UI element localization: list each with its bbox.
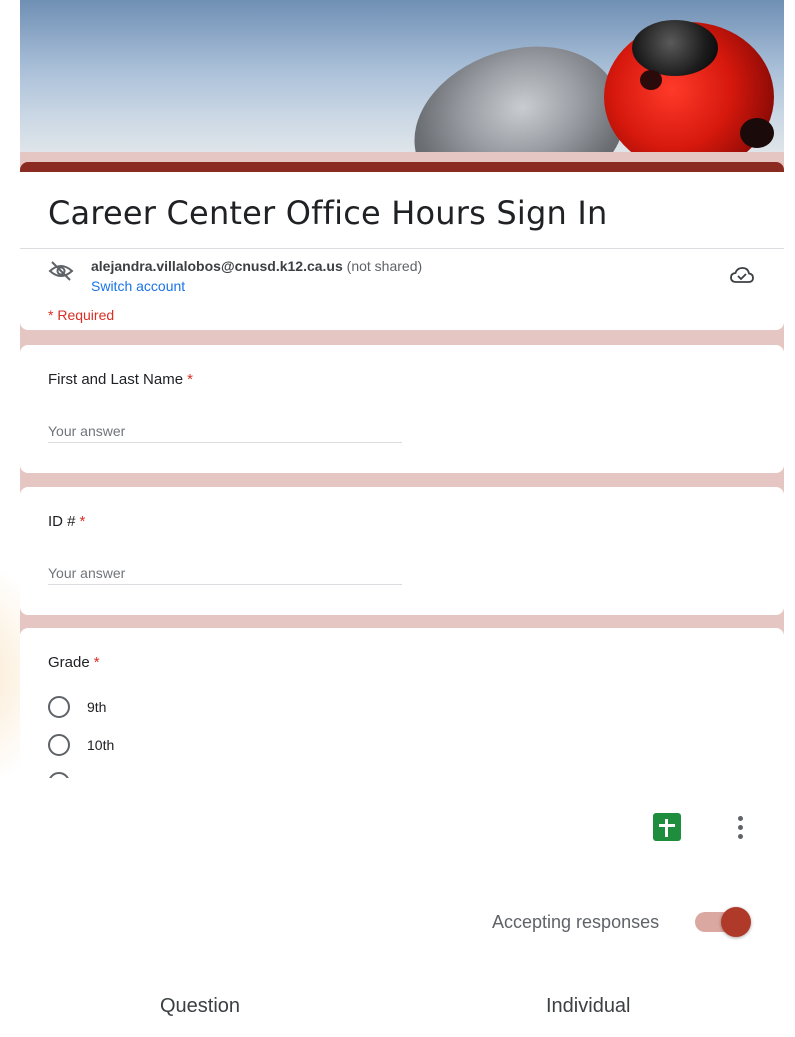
toggle-thumb	[721, 907, 751, 937]
question-label: Grade *	[48, 654, 100, 671]
account-email: alejandra.villalobos@cnusd.k12.ca.us	[91, 258, 343, 274]
eye-off-icon	[48, 261, 74, 281]
radio-button[interactable]	[48, 696, 70, 718]
question-card-name: First and Last Name *	[20, 345, 784, 473]
more-vertical-icon[interactable]	[732, 814, 748, 842]
grade-option-9th[interactable]: 9th	[48, 696, 106, 718]
banner-ladybug-spot	[640, 70, 662, 90]
grade-option-partial[interactable]	[48, 772, 70, 778]
tab-question[interactable]: Question	[160, 995, 240, 1018]
google-sheets-icon[interactable]	[653, 813, 681, 841]
title-divider	[20, 248, 784, 249]
radio-button[interactable]	[48, 734, 70, 756]
question-label: ID # *	[48, 513, 86, 530]
form-title-card: Career Center Office Hours Sign In aleja…	[20, 162, 784, 330]
form-title: Career Center Office Hours Sign In	[48, 194, 608, 232]
account-row: alejandra.villalobos@cnusd.k12.ca.us (no…	[48, 258, 756, 298]
radio-label: 9th	[87, 699, 107, 715]
cloud-saved-icon	[730, 267, 754, 283]
question-card-grade: Grade * 9th 10th	[20, 628, 784, 778]
tab-individual[interactable]: Individual	[546, 995, 631, 1018]
accepting-responses-toggle[interactable]	[695, 906, 753, 937]
grade-option-10th[interactable]: 10th	[48, 734, 114, 756]
required-star: *	[93, 654, 100, 671]
header-banner-image	[20, 0, 784, 152]
name-answer-input[interactable]	[48, 419, 402, 443]
banner-ladybug-head	[632, 20, 718, 76]
switch-account-link[interactable]: Switch account	[91, 278, 185, 294]
banner-seed-shape	[393, 21, 641, 152]
radio-button[interactable]	[48, 772, 70, 778]
id-answer-input[interactable]	[48, 561, 402, 585]
form-preview: Career Center Office Hours Sign In aleja…	[0, 0, 795, 778]
sharing-status: (not shared)	[346, 258, 423, 274]
required-note: * Required	[48, 307, 115, 323]
banner-ladybug-spot	[740, 118, 774, 148]
radio-label: 10th	[87, 737, 115, 753]
question-card-id: ID # *	[20, 487, 784, 615]
account-email-line: alejandra.villalobos@cnusd.k12.ca.us (no…	[91, 258, 422, 274]
required-star: *	[187, 371, 193, 388]
accepting-responses-label: Accepting responses	[492, 912, 660, 932]
question-label: First and Last Name *	[48, 371, 193, 388]
required-star: *	[79, 513, 86, 530]
